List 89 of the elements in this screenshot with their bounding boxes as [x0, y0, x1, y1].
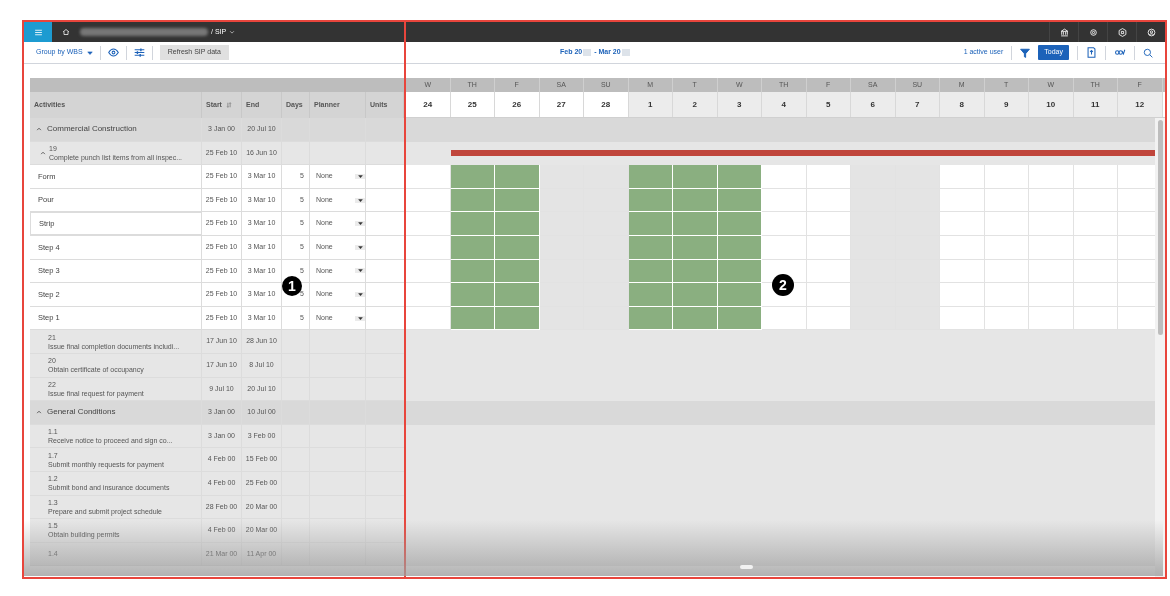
day-number: 12 — [1135, 98, 1145, 111]
group-name: General Conditions — [47, 406, 116, 419]
chevron-up-icon[interactable] — [36, 409, 42, 416]
caret-down-icon — [357, 315, 363, 321]
scheduled-day-block[interactable] — [673, 235, 718, 260]
menu-icon — [33, 27, 43, 37]
date-header-cell[interactable]: 12 — [1118, 92, 1163, 117]
scheduled-day-block[interactable] — [495, 165, 540, 189]
scheduled-day-block[interactable] — [495, 259, 540, 284]
date-header-cell[interactable]: 2 — [673, 92, 718, 117]
day-number: 3 — [737, 98, 742, 111]
scheduled-day-block[interactable] — [450, 212, 495, 236]
date-header-cell[interactable]: 5 — [806, 92, 851, 117]
scheduled-day-block[interactable] — [495, 306, 540, 331]
chevron-up-icon[interactable] — [36, 126, 42, 133]
scheduled-day-block[interactable] — [628, 283, 673, 307]
search-icon — [1143, 47, 1153, 58]
day-number: 5 — [826, 98, 831, 111]
day-number: 28 — [601, 98, 611, 111]
day-number: 4 — [781, 98, 786, 111]
caret-down-icon — [357, 244, 363, 250]
scheduled-day-block[interactable] — [673, 188, 718, 213]
scheduled-day-block[interactable] — [673, 259, 718, 284]
caret-down-icon — [86, 49, 93, 56]
export-button[interactable] — [1086, 47, 1097, 58]
sort-icon — [225, 102, 232, 108]
link-check-icon — [1114, 47, 1126, 58]
date-header-cell[interactable]: 11 — [1073, 92, 1118, 117]
scheduled-day-block[interactable] — [450, 283, 495, 307]
caret-down-icon — [357, 268, 363, 274]
scheduled-day-block[interactable] — [673, 283, 718, 307]
date-header-cell[interactable]: 1 — [628, 92, 673, 117]
day-number: 1 — [648, 98, 653, 111]
scrollbar-thumb[interactable] — [1157, 120, 1163, 335]
date-header-cell[interactable]: 3 — [717, 92, 762, 117]
caret-down-icon — [357, 291, 363, 297]
settings-icon — [1088, 27, 1098, 37]
day-number: 7 — [915, 98, 920, 111]
link-button[interactable] — [1114, 47, 1126, 58]
account-icon — [1146, 27, 1156, 37]
home-icon — [62, 28, 70, 36]
caret-down-icon — [357, 221, 363, 227]
hexagon-icon — [1117, 27, 1127, 37]
date-header-cell[interactable]: 4 — [762, 92, 807, 117]
group-name: Commercial Construction — [47, 123, 137, 136]
filter-icon — [1020, 47, 1031, 58]
scheduled-day-block[interactable] — [673, 212, 718, 236]
date-header-cell[interactable]: 9 — [984, 92, 1029, 117]
day-number: 8 — [959, 98, 964, 111]
day-number: 26 — [512, 98, 522, 111]
scheduled-day-block[interactable] — [495, 188, 540, 213]
eye-icon — [107, 47, 119, 58]
date-header-cell[interactable]: 6 — [851, 92, 896, 117]
day-number: 6 — [870, 98, 875, 111]
sliders-icon — [133, 47, 145, 58]
visibility-button[interactable] — [107, 47, 119, 58]
scheduled-day-block[interactable] — [717, 283, 762, 307]
day-number: 27 — [556, 98, 566, 111]
date-header-cell[interactable]: 10 — [1029, 92, 1074, 117]
search-button[interactable] — [1143, 47, 1153, 58]
scheduled-day-block[interactable] — [495, 283, 540, 307]
day-number: 24 — [423, 98, 433, 111]
resize-handle[interactable] — [740, 565, 753, 569]
day-number: 9 — [1004, 98, 1009, 111]
bank-icon — [1059, 27, 1069, 37]
date-header-cell[interactable]: 7 — [895, 92, 940, 117]
chevron-up-icon[interactable] — [40, 149, 46, 156]
menu-button[interactable] — [24, 22, 52, 42]
scheduled-day-block[interactable] — [628, 165, 673, 189]
scheduled-day-block[interactable] — [495, 235, 540, 260]
settings-button[interactable] — [133, 47, 145, 58]
scheduled-day-block[interactable] — [673, 306, 718, 331]
document-arrow-icon — [1086, 47, 1097, 58]
caret-down-icon — [357, 197, 363, 203]
scheduled-day-block[interactable] — [495, 212, 540, 236]
filter-button[interactable] — [1020, 47, 1031, 58]
day-number: 11 — [1091, 98, 1100, 111]
scheduled-day-block[interactable] — [717, 212, 762, 236]
day-number: 25 — [467, 98, 477, 111]
scheduled-day-block[interactable] — [717, 165, 762, 189]
scheduled-day-block[interactable] — [628, 212, 673, 236]
day-number: 10 — [1046, 98, 1056, 111]
scheduled-day-block[interactable] — [673, 165, 718, 189]
chevron-down-icon — [229, 29, 236, 35]
day-number: 2 — [692, 98, 697, 111]
caret-down-icon — [357, 174, 363, 179]
date-header-cell[interactable]: 8 — [940, 92, 985, 117]
summary-bar[interactable] — [450, 150, 1155, 157]
scheduled-day-block[interactable] — [450, 165, 495, 189]
